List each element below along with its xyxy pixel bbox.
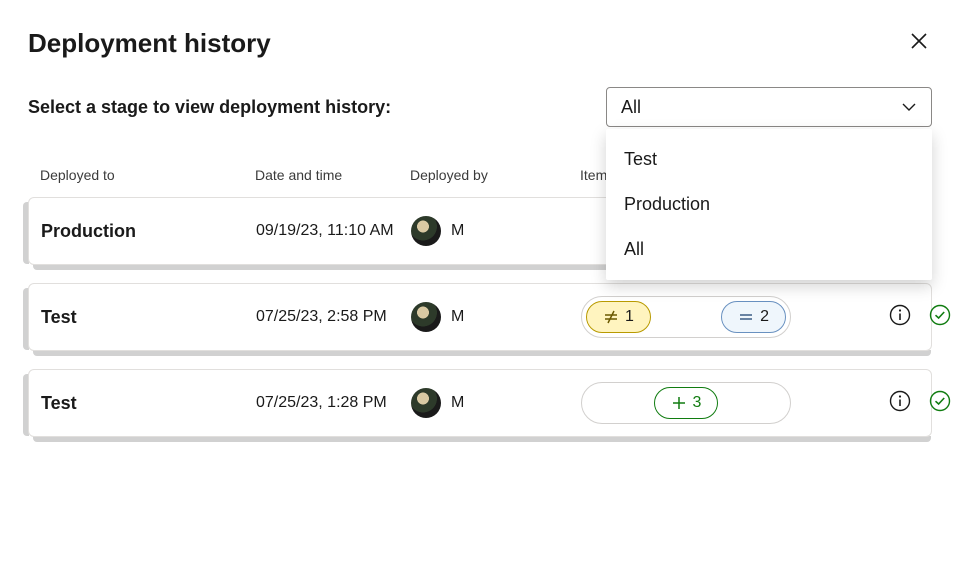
check-circle-icon [929, 390, 951, 412]
subtitle-label: Select a stage to view deployment histor… [28, 97, 391, 118]
dropdown-option-test[interactable]: Test [606, 137, 932, 182]
col-deployed-by: Deployed by [410, 167, 580, 183]
not-equal-icon [603, 309, 619, 325]
dropdown-selected-value: All [621, 97, 641, 118]
added-badge[interactable]: 3 [654, 387, 719, 419]
info-button[interactable] [889, 304, 911, 331]
success-indicator [929, 304, 951, 331]
deployment-datetime: 07/25/23, 2:58 PM [256, 308, 411, 326]
chevron-down-icon [901, 99, 917, 115]
info-button[interactable] [889, 390, 911, 417]
dropdown-option-production[interactable]: Production [606, 182, 932, 227]
avatar [411, 302, 441, 332]
equal-icon [738, 309, 754, 325]
items-badge-group: 3 [581, 382, 791, 424]
close-button[interactable] [906, 28, 932, 59]
check-circle-icon [929, 304, 951, 326]
table-row[interactable]: Test 07/25/23, 2:58 PM M 1 2 [28, 283, 932, 351]
info-icon [889, 304, 911, 326]
avatar [411, 216, 441, 246]
success-indicator [929, 390, 951, 417]
deployed-by-name: M [451, 394, 464, 412]
deployed-by-name: M [451, 308, 464, 326]
stage-name: Production [41, 221, 256, 242]
plus-icon [671, 395, 687, 411]
stage-filter-menu: Test Production All [606, 129, 932, 280]
close-icon [910, 32, 928, 50]
page-title: Deployment history [28, 28, 271, 59]
deployment-datetime: 09/19/23, 11:10 AM [256, 222, 411, 240]
deployed-by-name: M [451, 222, 464, 240]
stage-filter-dropdown[interactable]: All [606, 87, 932, 127]
unchanged-badge[interactable]: 2 [721, 301, 786, 333]
added-count: 3 [693, 394, 702, 412]
dropdown-option-all[interactable]: All [606, 227, 932, 272]
stage-name: Test [41, 393, 256, 414]
items-badge-group: 1 2 [581, 296, 791, 338]
changed-badge[interactable]: 1 [586, 301, 651, 333]
stage-name: Test [41, 307, 256, 328]
unchanged-count: 2 [760, 308, 769, 326]
changed-count: 1 [625, 308, 634, 326]
avatar [411, 388, 441, 418]
table-row[interactable]: Test 07/25/23, 1:28 PM M 3 [28, 369, 932, 437]
deployment-datetime: 07/25/23, 1:28 PM [256, 394, 411, 412]
col-date-time: Date and time [255, 167, 410, 183]
col-deployed-to: Deployed to [40, 167, 255, 183]
info-icon [889, 390, 911, 412]
